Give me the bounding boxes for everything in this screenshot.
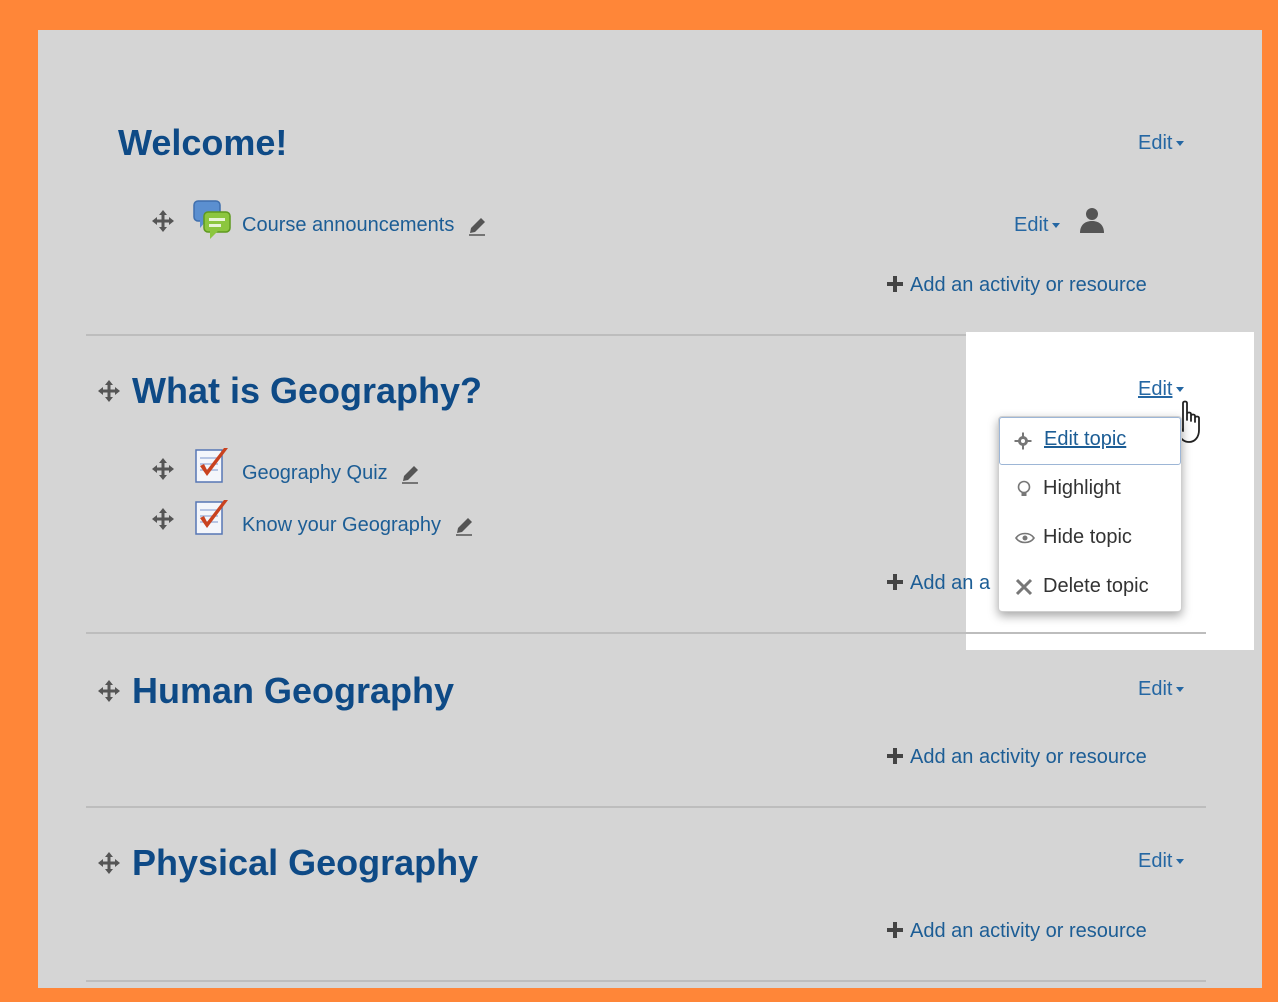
move-icon[interactable] xyxy=(150,208,176,234)
quiz-icon xyxy=(195,448,228,483)
menu-item-label: Highlight xyxy=(1043,477,1121,499)
move-icon[interactable] xyxy=(150,506,176,532)
pencil-icon[interactable] xyxy=(399,463,421,485)
section-edit-menu-physical-geography[interactable]: Edit xyxy=(1138,850,1185,873)
section-title-welcome: Welcome! xyxy=(118,122,288,163)
add-activity-link-physical-geography[interactable]: Add an activity or resource xyxy=(886,920,1147,943)
section-title-what-is-geography: What is Geography? xyxy=(132,370,483,411)
section-edit-menu-human-geography[interactable]: Edit xyxy=(1138,678,1185,701)
move-icon[interactable] xyxy=(96,850,122,876)
add-label: Add an a xyxy=(910,572,991,594)
plus-icon xyxy=(887,748,903,764)
pencil-icon[interactable] xyxy=(453,515,475,537)
menu-item-label: Hide topic xyxy=(1043,526,1132,548)
plus-icon xyxy=(887,922,903,938)
move-icon[interactable] xyxy=(150,456,176,482)
gear-icon xyxy=(1014,432,1032,450)
caret-down-icon xyxy=(1176,687,1185,693)
section-divider xyxy=(86,632,1206,634)
caret-down-icon xyxy=(1176,387,1185,393)
edit-label: Edit xyxy=(1138,678,1173,700)
menu-item-delete-topic[interactable]: Delete topic xyxy=(1005,567,1173,607)
menu-item-label: Delete topic xyxy=(1043,575,1149,597)
quiz-icon xyxy=(195,500,228,535)
user-icon[interactable] xyxy=(1078,206,1106,234)
move-icon[interactable] xyxy=(96,678,122,704)
section-title-human-geography: Human Geography xyxy=(132,670,455,711)
add-label: Add an activity or resource xyxy=(910,746,1147,768)
forum-icon xyxy=(193,200,231,239)
section-divider xyxy=(86,980,1206,982)
edit-label: Edit xyxy=(1138,132,1173,154)
plus-icon xyxy=(887,574,903,590)
course-page: Welcome! Edit Course announcements Edit … xyxy=(38,30,1262,988)
menu-item-hide-topic[interactable]: Hide topic xyxy=(1005,518,1173,558)
edit-label: Edit xyxy=(1138,378,1173,400)
activity-edit-menu[interactable]: Edit xyxy=(1014,214,1061,237)
menu-item-highlight[interactable]: Highlight xyxy=(1005,469,1173,509)
menu-item-edit-topic[interactable]: Edit topic xyxy=(999,417,1181,465)
add-activity-link-welcome[interactable]: Add an activity or resource xyxy=(886,274,1147,297)
add-label: Add an activity or resource xyxy=(910,920,1147,942)
activity-name: Know your Geography xyxy=(242,514,442,536)
pencil-icon[interactable] xyxy=(466,215,488,237)
activity-name: Course announcements xyxy=(242,214,455,236)
activity-course-announcements[interactable]: Course announcements xyxy=(242,214,488,237)
eye-icon xyxy=(1015,532,1035,544)
activity-name: Geography Quiz xyxy=(242,462,388,484)
edit-label: Edit xyxy=(1138,850,1173,872)
menu-item-label: Edit topic xyxy=(1044,428,1127,450)
activity-geography-quiz[interactable]: Geography Quiz xyxy=(242,462,421,485)
close-icon xyxy=(1015,578,1033,596)
edit-topic-dropdown: Edit topic Highlight Hide topic Delete t… xyxy=(998,416,1182,612)
activity-know-your-geography[interactable]: Know your Geography xyxy=(242,514,475,537)
edit-label: Edit xyxy=(1014,214,1049,236)
add-activity-link-what-is-geography[interactable]: Add an a xyxy=(886,572,990,595)
section-edit-menu-what-is-geography[interactable]: Edit xyxy=(1138,378,1185,401)
plus-icon xyxy=(887,276,903,292)
caret-down-icon xyxy=(1176,141,1185,147)
section-divider xyxy=(86,806,1206,808)
caret-down-icon xyxy=(1052,223,1061,229)
caret-down-icon xyxy=(1176,859,1185,865)
add-activity-link-human-geography[interactable]: Add an activity or resource xyxy=(886,746,1147,769)
lightbulb-icon xyxy=(1017,480,1031,496)
add-label: Add an activity or resource xyxy=(910,274,1147,296)
move-icon[interactable] xyxy=(96,378,122,404)
section-edit-menu-welcome[interactable]: Edit xyxy=(1138,132,1185,155)
section-title-physical-geography: Physical Geography xyxy=(132,842,479,883)
